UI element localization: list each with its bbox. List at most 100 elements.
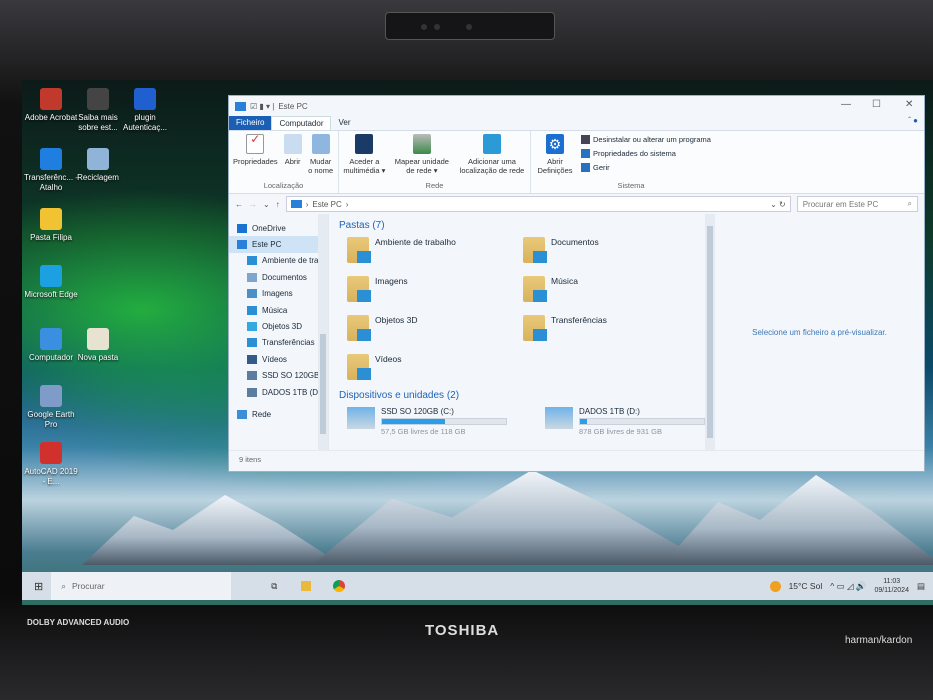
forward-button[interactable]: → bbox=[249, 200, 257, 209]
desktop-icon-label: AutoCAD 2019 - E... bbox=[24, 467, 78, 486]
group-localizacao: ✓ Propriedades Abrir Mudar o nome Localiz… bbox=[229, 131, 339, 193]
desktop-icon[interactable]: plugin Autenticaç... bbox=[116, 88, 174, 133]
file-explorer-icon[interactable] bbox=[301, 581, 312, 591]
media-access-button[interactable]: Aceder a multimédia ▾ bbox=[343, 134, 386, 181]
rename-button[interactable]: Mudar o nome bbox=[308, 134, 334, 181]
chrome-icon[interactable] bbox=[333, 580, 346, 592]
explorer-body: OneDrive Este PC Ambiente de trab Documento… bbox=[229, 214, 924, 450]
folder-item[interactable]: Música bbox=[523, 276, 699, 302]
minimize-button[interactable]: — bbox=[841, 99, 851, 110]
tab-computador[interactable]: Computador bbox=[271, 116, 332, 130]
add-network-location-button[interactable]: Adicionar uma localização de rede bbox=[458, 134, 526, 181]
tray-icons[interactable]: ^ ▭ ◿ 🔊 bbox=[830, 581, 866, 592]
drive-name: DADOS 1TB (D:) bbox=[579, 407, 640, 416]
folders-header[interactable]: Pastas (7) bbox=[339, 220, 705, 231]
nav-item[interactable]: Vídeos bbox=[229, 351, 328, 367]
nav-item-label: Imagens bbox=[262, 289, 293, 299]
task-view-icon[interactable]: ⧉ bbox=[271, 581, 277, 592]
nav-item[interactable]: Objetos 3D bbox=[229, 318, 328, 334]
nav-item[interactable]: Imagens bbox=[229, 286, 328, 302]
nav-item-label: Rede bbox=[252, 409, 272, 419]
label: Mudar o nome bbox=[308, 157, 334, 175]
desktop-icon[interactable]: Pasta Filipa bbox=[22, 208, 80, 243]
desktop-icon[interactable]: AutoCAD 2019 - E... bbox=[22, 442, 80, 487]
manage-link[interactable]: Gerir bbox=[581, 163, 711, 172]
shortcut-icon bbox=[40, 208, 62, 230]
drive-free-space: 57,5 GB livres de 118 GB bbox=[381, 427, 466, 436]
tab-ficheiro[interactable]: Ficheiro bbox=[229, 116, 272, 130]
desktop-icon[interactable]: Microsoft Edge bbox=[22, 265, 80, 300]
desktop-icon-label: Reciclagem bbox=[77, 173, 119, 182]
folder-item[interactable]: Transferências bbox=[523, 315, 699, 341]
shortcut-icon bbox=[134, 88, 156, 110]
nav-item[interactable]: Este PC bbox=[229, 236, 328, 253]
folder-item[interactable]: Imagens bbox=[347, 276, 523, 302]
desktop-icon[interactable]: Google Earth Pro bbox=[22, 385, 80, 430]
back-button[interactable]: ← bbox=[235, 200, 243, 209]
desktop-icon-label: Saiba mais sobre est... bbox=[78, 113, 118, 132]
shortcut-icon bbox=[40, 442, 62, 464]
nav-item[interactable]: Documentos bbox=[229, 269, 328, 285]
windows-start-icon[interactable]: ⊞ bbox=[34, 580, 43, 593]
nav-item[interactable]: Ambiente de trab bbox=[229, 253, 328, 269]
folder-item[interactable]: Objetos 3D bbox=[347, 315, 523, 341]
folder-item[interactable]: Ambiente de trabalho bbox=[347, 237, 523, 263]
open-settings-button[interactable]: ⚙ Abrir Definições bbox=[535, 134, 575, 181]
breadcrumb-este-pc[interactable]: Este PC bbox=[312, 200, 341, 209]
computer-icon bbox=[235, 101, 246, 111]
nav-item[interactable]: Rede bbox=[229, 406, 328, 422]
computer-icon bbox=[290, 200, 302, 208]
nav-item-icon bbox=[247, 256, 257, 266]
tab-ver[interactable]: Ver bbox=[331, 116, 357, 130]
nav-item[interactable]: Transferências bbox=[229, 335, 328, 351]
nav-item-label: DADOS 1TB (D:) bbox=[262, 387, 323, 397]
search-input[interactable]: Procurar em Este PC ⌕ bbox=[796, 196, 918, 212]
drive-item[interactable]: DADOS 1TB (D:) 878 GB livres de 931 GB bbox=[545, 407, 705, 436]
open-button[interactable]: Abrir bbox=[283, 134, 302, 181]
chevron-icon: › bbox=[345, 199, 349, 209]
date: 09/11/2024 bbox=[874, 587, 909, 594]
up-button[interactable]: ↑ bbox=[276, 200, 280, 209]
folder-item[interactable]: Vídeos bbox=[347, 354, 523, 380]
quick-access-icons[interactable]: ☑ ▮ ▾ | bbox=[250, 102, 274, 111]
address-bar[interactable]: › Este PC › ⌄ ↻ bbox=[285, 196, 791, 212]
notifications-icon[interactable]: ▤ bbox=[917, 581, 925, 592]
label: Abrir bbox=[284, 157, 301, 166]
folder-label: Imagens bbox=[375, 276, 408, 286]
weather-text[interactable]: 15°C Sol bbox=[789, 581, 823, 591]
desktop-icon[interactable]: Reciclagem bbox=[69, 148, 127, 183]
drive-name: SSD SO 120GB (C:) bbox=[381, 407, 454, 416]
nav-scrollbar[interactable] bbox=[318, 214, 328, 450]
nav-item[interactable]: SSD SO 120GB (C:) bbox=[229, 368, 328, 384]
desktop-icon-label: Microsoft Edge bbox=[24, 290, 78, 299]
system-properties-link[interactable]: Propriedades do sistema bbox=[581, 149, 711, 158]
nav-item[interactable]: DADOS 1TB (D:) bbox=[229, 384, 328, 400]
map-drive-button[interactable]: Mapear unidade de rede ▾ bbox=[392, 134, 452, 181]
devices-header[interactable]: Dispositivos e unidades (2) bbox=[339, 390, 705, 401]
nav-item-label: Vídeos bbox=[262, 354, 287, 364]
search-placeholder: Procurar bbox=[71, 581, 105, 591]
help-icon[interactable]: ˆ ● bbox=[908, 116, 924, 130]
properties-button[interactable]: ✓ Propriedades bbox=[233, 133, 278, 181]
ribbon-tabs: Ficheiro Computador Ver ˆ ● bbox=[229, 116, 924, 130]
dolby-label: DOLBY ADVANCED AUDIO bbox=[27, 618, 130, 627]
folder-item[interactable]: Documentos bbox=[523, 237, 699, 263]
content-scrollbar[interactable] bbox=[705, 214, 715, 450]
recent-dropdown[interactable]: ⌄ bbox=[263, 200, 270, 209]
uninstall-program-link[interactable]: Desinstalar ou alterar um programa bbox=[581, 135, 711, 144]
window-title: Este PC bbox=[278, 101, 308, 111]
drive-item[interactable]: SSD SO 120GB (C:) 57,5 GB livres de 118 G… bbox=[347, 407, 507, 436]
label: Adicionar uma localização de rede bbox=[459, 157, 525, 175]
taskbar-search[interactable]: ⌕ Procurar bbox=[51, 572, 232, 600]
maximize-button[interactable]: ☐ bbox=[872, 99, 881, 110]
refresh-button[interactable]: ⌄ ↻ bbox=[770, 200, 790, 209]
title-bar: ☑ ▮ ▾ | Este PC — ☐ ✕ bbox=[229, 96, 924, 116]
desktop-icon[interactable]: Nova pasta bbox=[69, 328, 127, 363]
close-button[interactable]: ✕ bbox=[905, 99, 913, 110]
shortcut-icon bbox=[87, 328, 109, 350]
nav-item-icon bbox=[247, 387, 257, 397]
clock[interactable]: 11:03 09/11/2024 bbox=[874, 577, 909, 595]
nav-item[interactable]: OneDrive bbox=[229, 220, 328, 236]
nav-item-label: Música bbox=[262, 305, 288, 315]
nav-item[interactable]: Música bbox=[229, 302, 328, 318]
